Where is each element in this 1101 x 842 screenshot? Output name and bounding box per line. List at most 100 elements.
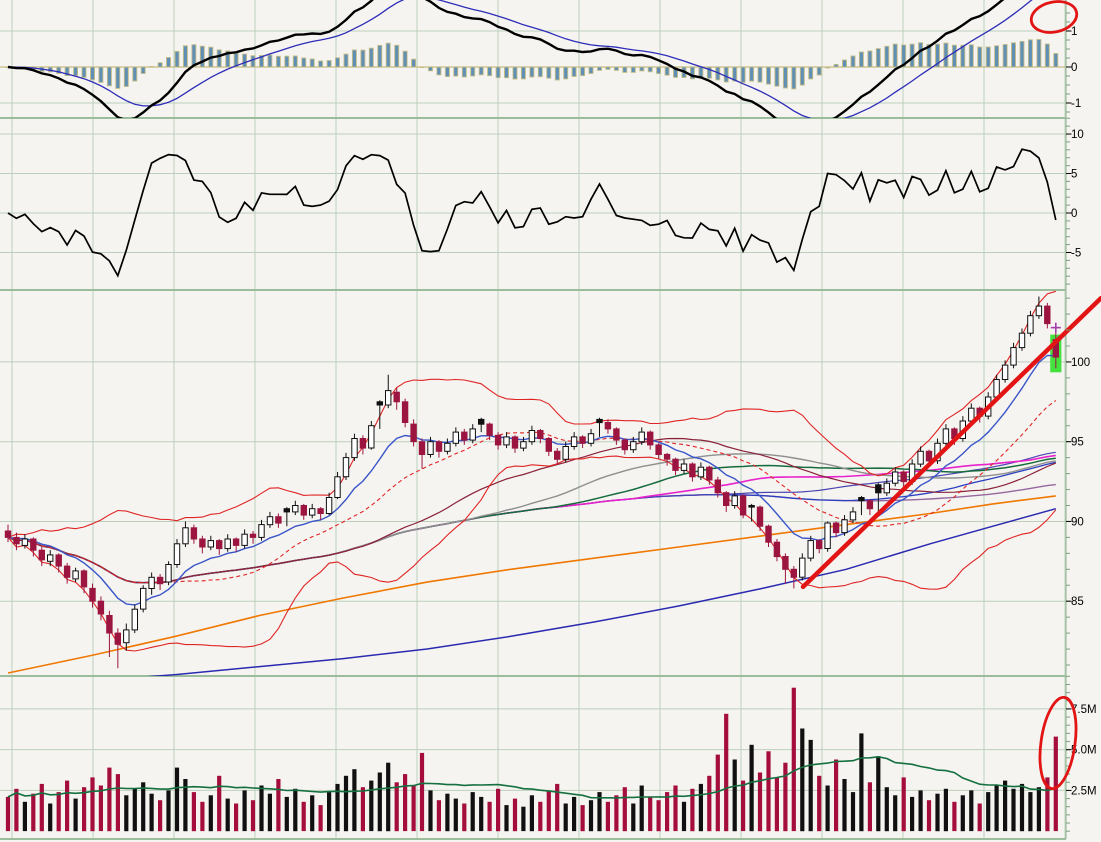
candle-body	[689, 463, 696, 478]
macd-histogram-bar	[656, 66, 662, 75]
macd-histogram-bar	[1019, 40, 1025, 68]
candle-body	[672, 458, 679, 471]
candle-body	[393, 391, 400, 403]
candle-body	[537, 430, 544, 439]
macd-histogram-bar	[605, 66, 611, 70]
macd-histogram-bar	[73, 66, 79, 77]
candle-body	[562, 446, 569, 460]
volume-bar	[1028, 792, 1033, 832]
candle-body	[376, 401, 384, 406]
candle-body	[663, 453, 671, 460]
volume-bar	[749, 744, 754, 832]
axis-label-momentum-0: 0	[1071, 208, 1077, 220]
macd-histogram-bar	[774, 66, 780, 87]
candle-body	[697, 466, 705, 478]
candle-body	[925, 450, 933, 462]
candle-body	[773, 541, 781, 558]
candle-body	[63, 565, 71, 578]
macd-histogram-bar	[385, 42, 391, 68]
axis-label-price-100: 100	[1071, 357, 1090, 369]
macd-histogram-bar	[368, 47, 374, 68]
volume-bar	[31, 793, 36, 832]
volume-bar	[1019, 783, 1025, 832]
volume-bar	[428, 790, 433, 832]
volume-bar	[82, 787, 87, 832]
macd-histogram-bar	[766, 66, 771, 85]
candle-body	[604, 422, 612, 430]
candle-body	[342, 457, 350, 478]
macd-histogram-bar	[842, 59, 847, 68]
candle-body	[866, 500, 874, 510]
volume-bar	[918, 790, 923, 832]
candle-body	[816, 540, 823, 550]
candle-body	[80, 570, 88, 588]
macd-histogram-bar	[504, 66, 509, 79]
volume-bar	[622, 787, 627, 832]
candle-body	[106, 615, 113, 634]
volume-bar	[741, 780, 746, 832]
macd-histogram-bar	[318, 60, 324, 68]
axis-label-price-85: 85	[1071, 596, 1084, 608]
macd-histogram-bar	[360, 49, 366, 68]
macd-histogram-bar	[825, 66, 831, 69]
candle-body	[334, 476, 341, 498]
macd-histogram-bar	[106, 66, 112, 87]
volume-bar	[445, 793, 450, 832]
candle-body	[224, 538, 231, 550]
volume-bar	[926, 800, 932, 832]
macd-histogram-bar	[1044, 43, 1050, 68]
candle-body	[739, 495, 747, 516]
macd-histogram-bar	[960, 44, 966, 68]
volume-bar	[174, 767, 180, 832]
candle-body	[587, 433, 595, 444]
volume-bar	[39, 783, 44, 832]
volume-bar	[234, 803, 239, 832]
candle-body	[706, 466, 713, 481]
volume-bar	[1053, 736, 1058, 832]
volume-bar	[563, 803, 568, 832]
volume-bar	[419, 752, 425, 832]
volume-bar	[969, 790, 974, 832]
candle-body	[655, 444, 662, 455]
candle-body	[207, 540, 215, 548]
volume-bar	[377, 772, 382, 832]
volume-bar	[191, 792, 196, 832]
axis-label-macd--1: -1	[1071, 98, 1081, 110]
volume-bar	[436, 800, 441, 832]
volume-bar	[732, 759, 737, 832]
volume-bar	[276, 779, 281, 832]
volume-bar	[800, 728, 805, 832]
macd-histogram-bar	[588, 66, 594, 74]
candle-body	[241, 533, 248, 546]
candle-body	[232, 538, 240, 546]
candle-body	[1001, 364, 1009, 381]
volume-bar	[673, 785, 678, 832]
candle-body	[849, 511, 857, 521]
volume-bar	[200, 801, 205, 832]
volume-bar	[952, 801, 957, 832]
volume-bar	[766, 751, 771, 832]
candle-body	[351, 438, 358, 459]
candle-body	[148, 576, 155, 589]
macd-histogram-bar	[343, 53, 349, 68]
volume-bar	[48, 803, 53, 832]
macd-histogram-bar	[199, 45, 205, 68]
candle-body	[714, 479, 721, 494]
candle-body	[131, 608, 139, 631]
volume-bar	[698, 783, 703, 832]
volume-bar	[487, 801, 492, 832]
candle-body	[892, 471, 899, 484]
candle-body	[216, 540, 223, 550]
macd-histogram-bar	[90, 66, 95, 81]
candle-body	[942, 428, 950, 444]
volume-bar	[605, 801, 610, 832]
candle-body	[883, 482, 890, 494]
volume-bar	[479, 796, 484, 832]
multi-panel-stock-chart: 10-11050-51009590857.5M5.0M2.5M	[0, 0, 1101, 842]
axis-label-momentum-5: 5	[1071, 169, 1077, 181]
macd-histogram-bar	[554, 66, 560, 81]
volume-bar	[817, 775, 822, 832]
candle-body	[748, 505, 755, 508]
macd-histogram-bar	[875, 48, 881, 68]
volume-bar	[614, 795, 619, 832]
